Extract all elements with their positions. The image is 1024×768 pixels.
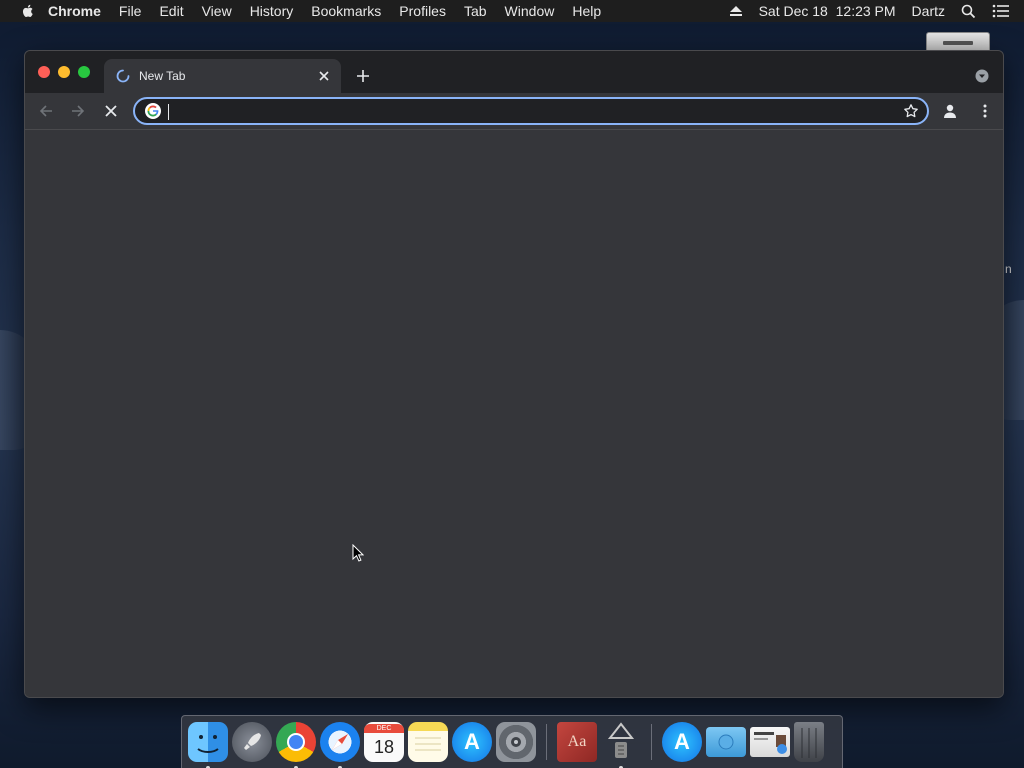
notification-center-icon[interactable] — [992, 4, 1010, 18]
menu-user[interactable]: Dartz — [912, 3, 945, 19]
loading-spinner-icon — [116, 69, 130, 83]
dock-notes[interactable] — [408, 722, 448, 762]
menu-clock[interactable]: Sat Dec 18 12:23 PM — [759, 3, 896, 19]
app-store-icon: A — [464, 729, 480, 754]
dock-separator — [651, 724, 652, 760]
tab-search-icon[interactable] — [975, 69, 989, 83]
page-content[interactable] — [25, 129, 1003, 697]
dock-safari[interactable] — [320, 722, 360, 768]
menu-help[interactable]: Help — [572, 3, 601, 19]
dock-app-store-folder[interactable]: A — [662, 722, 702, 762]
dock-downloads-folder[interactable] — [706, 727, 746, 757]
menu-file[interactable]: File — [119, 3, 142, 19]
dock-system-preferences[interactable] — [496, 722, 536, 762]
eject-icon[interactable] — [729, 5, 743, 17]
dock-separator — [546, 724, 547, 760]
dock-calendar[interactable]: DEC 18 — [364, 722, 404, 762]
dock-trash[interactable] — [794, 722, 824, 762]
close-tab-icon[interactable] — [317, 69, 331, 83]
dock-launchpad[interactable] — [232, 722, 272, 762]
dock: DEC 18 A Aa A — [181, 715, 843, 768]
zoom-window-button[interactable] — [78, 66, 90, 78]
window-controls — [38, 66, 98, 78]
dock-preview[interactable] — [750, 727, 790, 757]
spotlight-search-icon[interactable] — [961, 4, 976, 19]
desktop-item-label[interactable]: n — [1005, 262, 1012, 276]
menu-history[interactable]: History — [250, 3, 294, 19]
tab-new-tab[interactable]: New Tab — [104, 59, 341, 93]
dock-dictionary[interactable]: Aa — [557, 722, 597, 762]
google-logo-icon — [145, 103, 161, 119]
menu-bar: Chrome File Edit View History Bookmarks … — [0, 0, 1024, 22]
dock-google-chrome[interactable] — [276, 722, 316, 768]
menu-window[interactable]: Window — [505, 3, 555, 19]
new-tab-button[interactable] — [356, 69, 370, 83]
dock-finder[interactable] — [188, 722, 228, 768]
close-window-button[interactable] — [38, 66, 50, 78]
menu-profiles[interactable]: Profiles — [399, 3, 446, 19]
chrome-window: New Tab — [24, 50, 1004, 698]
app-store-icon: A — [674, 729, 690, 754]
menu-tab[interactable]: Tab — [464, 3, 487, 19]
omnibox-input[interactable] — [169, 103, 903, 119]
mouse-cursor-icon — [352, 543, 365, 562]
text-caret — [168, 104, 169, 120]
forward-arrow-icon[interactable] — [70, 103, 86, 119]
profile-avatar-icon[interactable] — [942, 103, 958, 119]
calendar-day: 18 — [373, 736, 395, 757]
stop-loading-icon[interactable] — [103, 103, 119, 119]
minimize-window-button[interactable] — [58, 66, 70, 78]
bookmark-star-icon[interactable] — [903, 103, 919, 119]
menu-view[interactable]: View — [202, 3, 232, 19]
menu-chrome[interactable]: Chrome — [48, 3, 101, 19]
more-options-icon[interactable] — [977, 103, 993, 119]
dock-app-store[interactable]: A — [452, 722, 492, 762]
calendar-month: DEC — [364, 723, 404, 733]
tab-strip: New Tab — [25, 51, 1003, 93]
back-arrow-icon[interactable] — [38, 103, 54, 119]
apple-menu-icon[interactable] — [20, 3, 36, 19]
dock-archive-utility[interactable] — [601, 722, 641, 768]
address-bar[interactable] — [133, 97, 929, 125]
menu-edit[interactable]: Edit — [159, 3, 183, 19]
tab-title: New Tab — [139, 69, 186, 83]
menu-bookmarks[interactable]: Bookmarks — [311, 3, 381, 19]
dictionary-icon: Aa — [567, 733, 587, 750]
